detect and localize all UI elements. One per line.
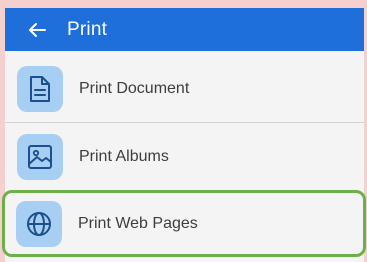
- list-item-print-albums[interactable]: Print Albums: [5, 123, 364, 190]
- screen: Print Print Document Print Albums Print …: [0, 0, 367, 262]
- globe-icon: [27, 211, 51, 236]
- app-bar: Print: [5, 8, 364, 51]
- list-item-print-web-pages[interactable]: Print Web Pages: [2, 190, 366, 257]
- arrow-left-icon[interactable]: [17, 8, 57, 51]
- item-icon-tile: [16, 200, 62, 247]
- image-icon: [28, 144, 52, 169]
- print-options-list: Print Document Print Albums Print Web Pa…: [2, 51, 366, 262]
- item-label: Print Document: [79, 79, 190, 97]
- page-title: Print: [67, 18, 108, 40]
- item-icon-tile: [17, 65, 63, 112]
- item-icon-tile: [17, 133, 63, 180]
- document-icon: [30, 75, 50, 102]
- item-label: Print Albums: [79, 147, 169, 165]
- list-item-print-document[interactable]: Print Document: [5, 55, 364, 122]
- item-label: Print Web Pages: [78, 214, 198, 232]
